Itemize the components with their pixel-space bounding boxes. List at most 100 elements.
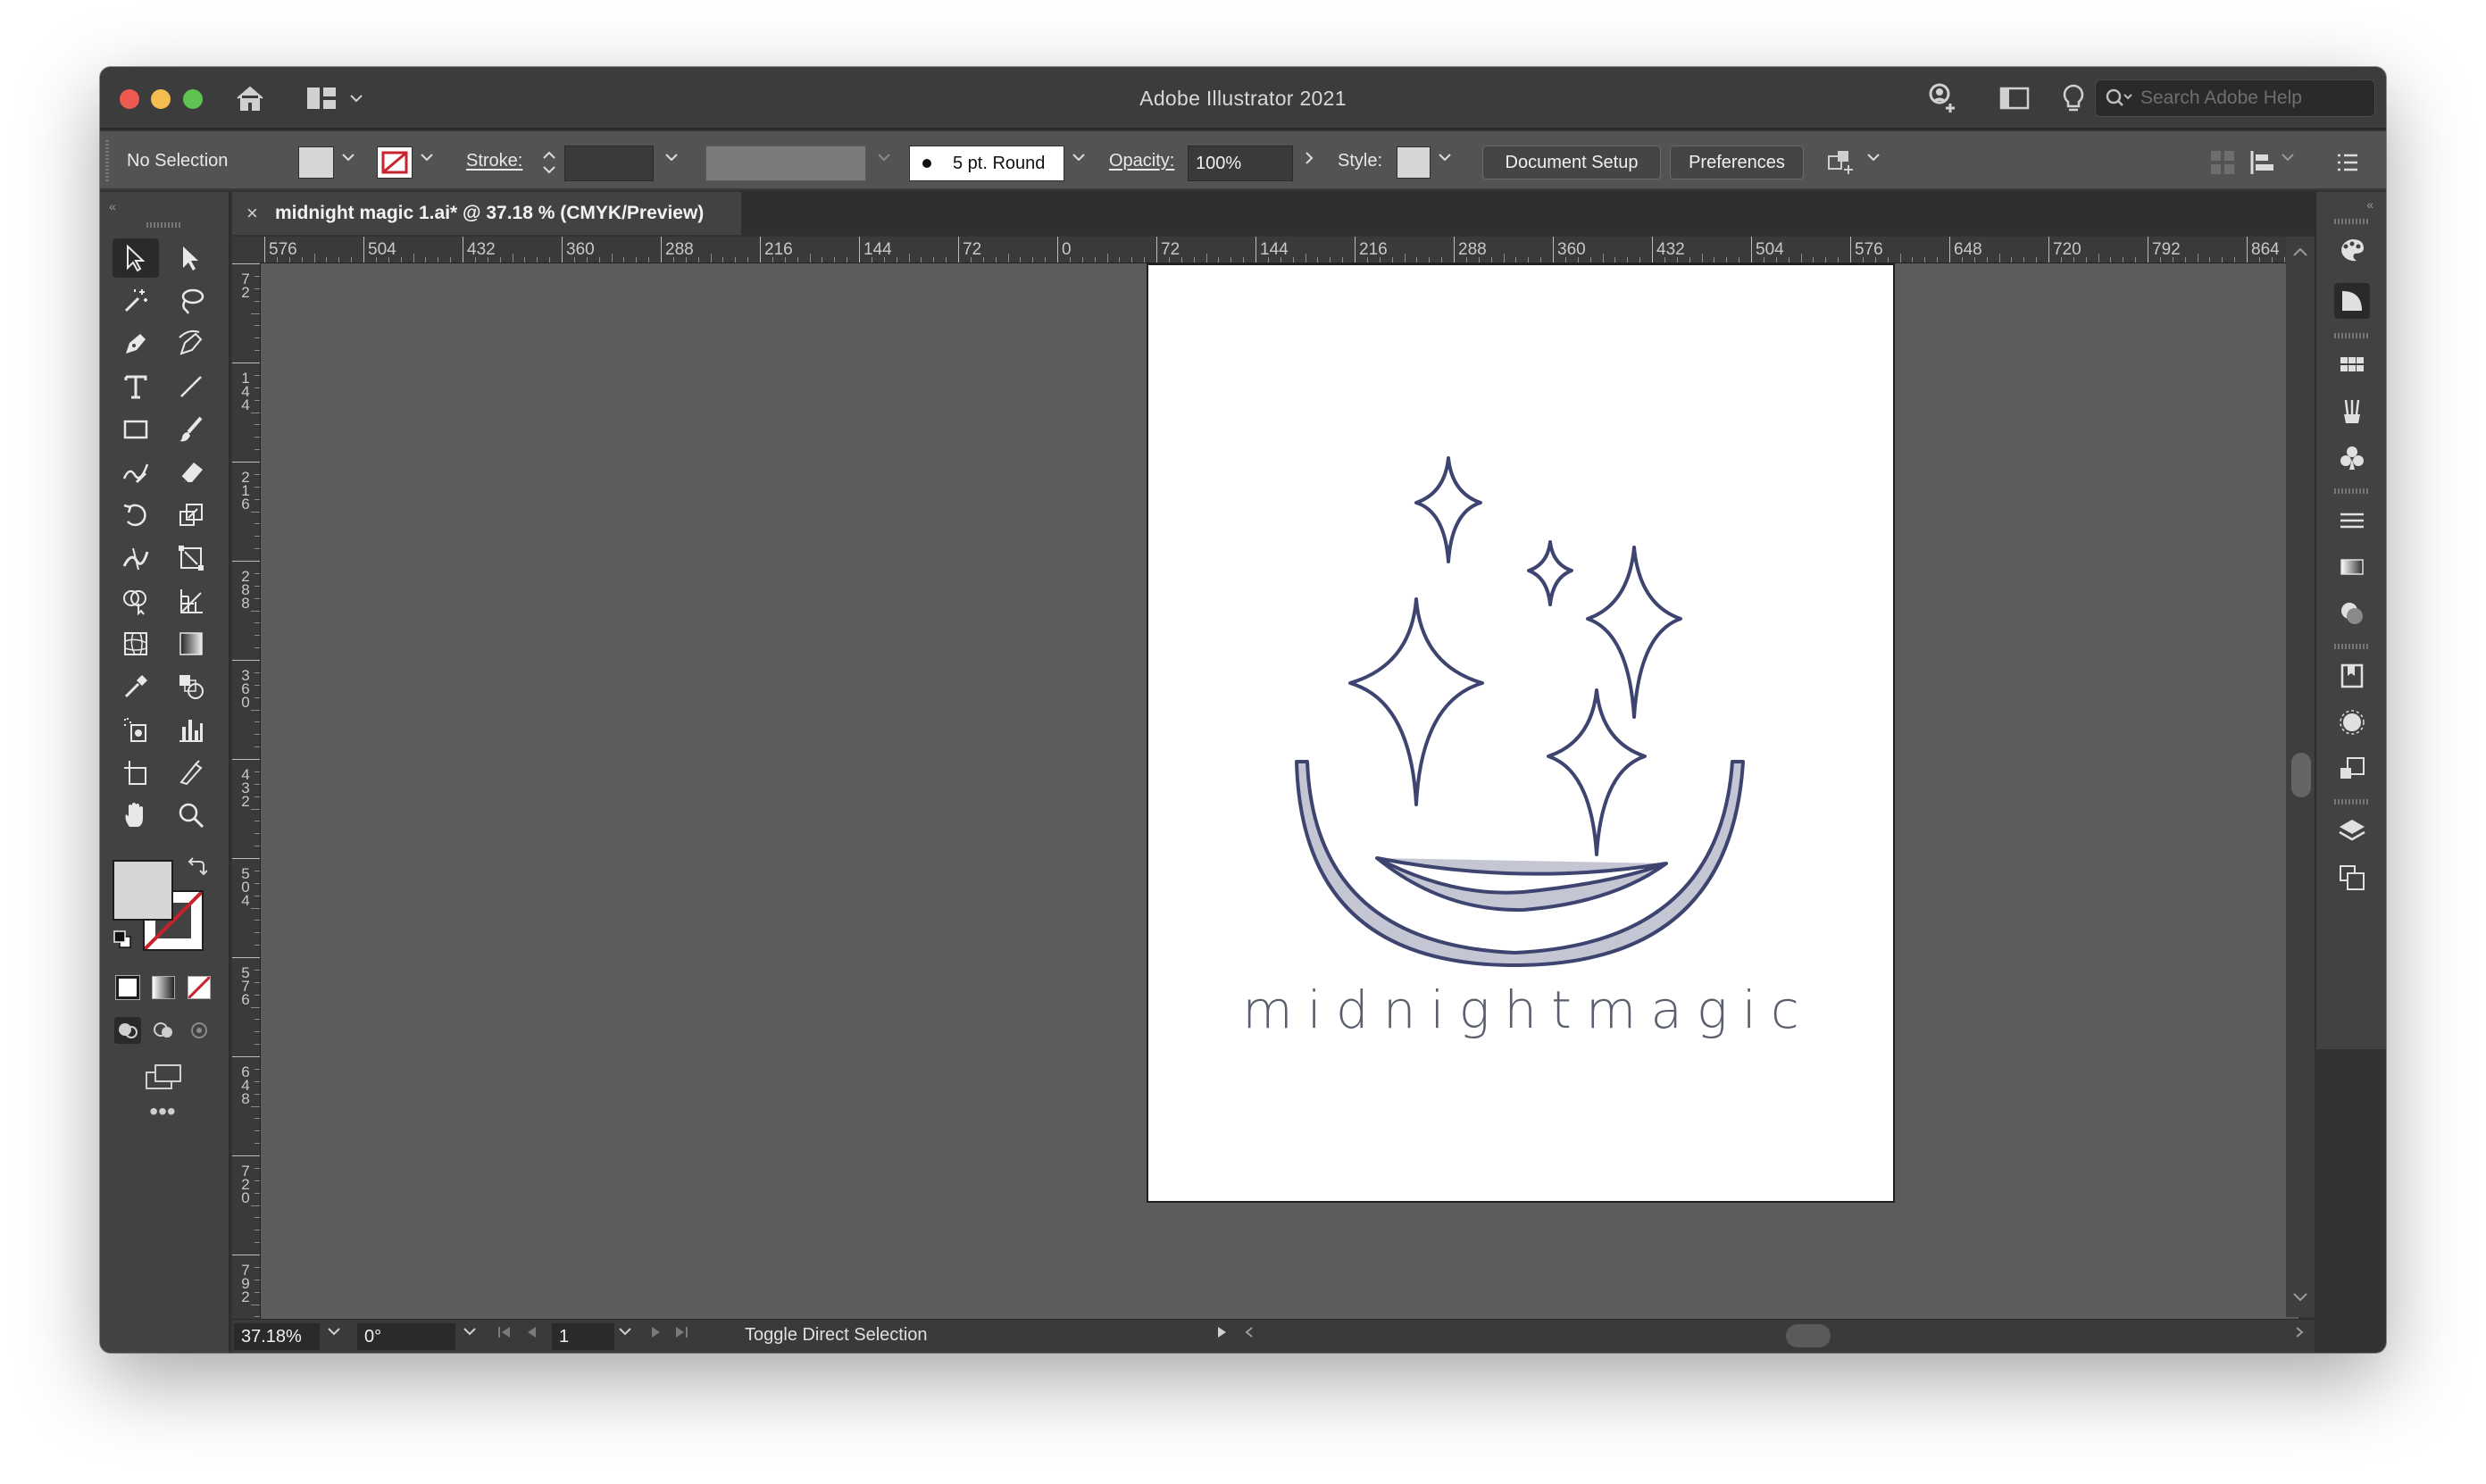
gradient-panel-icon[interactable]: [2334, 549, 2370, 585]
chevron-down-icon[interactable]: [420, 151, 434, 167]
curvature-tool[interactable]: [168, 324, 214, 363]
scroll-up-icon[interactable]: [2291, 246, 2309, 263]
chevron-down-icon[interactable]: [2281, 151, 2295, 167]
opacity-label[interactable]: Opacity:: [1109, 151, 1174, 171]
color-panel-icon[interactable]: [2334, 233, 2370, 269]
magic-wand-tool[interactable]: [113, 281, 159, 321]
chevron-right-icon[interactable]: [1304, 151, 1314, 170]
color-guide-panel-icon[interactable]: [2334, 283, 2370, 319]
stroke-label[interactable]: Stroke:: [466, 151, 522, 171]
swatches-panel-icon[interactable]: [2334, 347, 2370, 383]
toolbar-grip[interactable]: [146, 222, 182, 228]
transparency-panel-icon[interactable]: [2334, 596, 2370, 631]
logo-text[interactable]: midnightmagic: [1148, 980, 1893, 1040]
gradient-tool[interactable]: [168, 624, 214, 663]
document-setup-button[interactable]: Document Setup: [1482, 146, 1661, 179]
control-bar-grip[interactable]: [105, 140, 109, 181]
chevron-down-icon[interactable]: [1438, 151, 1452, 167]
tool-status-text[interactable]: Toggle Direct Selection: [745, 1325, 928, 1346]
zoom-level-field[interactable]: 37.18%: [234, 1323, 320, 1350]
artboard[interactable]: midnightmagic: [1147, 263, 1895, 1203]
change-screen-mode-icon[interactable]: [141, 1060, 186, 1096]
color-mode-button[interactable]: [115, 975, 140, 1000]
rotate-tool[interactable]: [113, 496, 159, 535]
scroll-down-icon[interactable]: [2291, 1291, 2309, 1308]
vertical-ruler[interactable]: 72144216288360432504576648720792864: [232, 263, 261, 1353]
horizontal-ruler[interactable]: 576 504 432 360 288 216 144 72 0 72 144 216 288 360 43…: [261, 237, 2298, 263]
stroke-weight-stepper[interactable]: [539, 146, 559, 179]
scroll-right-icon[interactable]: [2293, 1325, 2306, 1344]
rectangle-tool[interactable]: [113, 410, 159, 449]
panel-menu-icon[interactable]: [2332, 147, 2363, 178]
canvas[interactable]: midnightmagic: [261, 263, 2298, 1353]
panel-grip[interactable]: [2334, 333, 2370, 338]
user-account-icon[interactable]: [1922, 83, 1961, 113]
rotation-field[interactable]: 0°: [357, 1323, 455, 1350]
next-artboard-icon[interactable]: [650, 1325, 663, 1344]
stroke-color-swatch[interactable]: [377, 146, 413, 179]
artboard-number-field[interactable]: 1: [552, 1323, 614, 1350]
asset-export-panel-icon[interactable]: [2334, 751, 2370, 787]
draw-inside-icon[interactable]: [186, 1017, 213, 1044]
selection-tool[interactable]: [113, 238, 159, 278]
appearance-panel-icon[interactable]: [2334, 658, 2370, 694]
brush-definition[interactable]: 5 pt. Round: [909, 146, 1064, 181]
chevron-down-icon[interactable]: [327, 1325, 341, 1340]
midnight-magic-logo[interactable]: [1148, 265, 1893, 1201]
blend-tool[interactable]: [168, 667, 214, 706]
eyedropper-tool[interactable]: [113, 667, 159, 706]
vertical-scrollbar[interactable]: [2286, 237, 2315, 1317]
symbols-panel-icon[interactable]: [2334, 440, 2370, 476]
draw-normal-icon[interactable]: [114, 1017, 141, 1044]
gradient-mode-button[interactable]: [152, 976, 175, 999]
chevron-down-icon[interactable]: [341, 151, 355, 167]
horizontal-scroll-thumb[interactable]: [1786, 1324, 1831, 1347]
symbol-sprayer-tool[interactable]: [113, 710, 159, 749]
perspective-grid-tool[interactable]: [168, 581, 214, 621]
chevron-down-icon[interactable]: [463, 1325, 477, 1340]
chevron-down-icon[interactable]: [1866, 151, 1881, 167]
transform-align-icon[interactable]: [2247, 147, 2277, 178]
type-tool[interactable]: [113, 367, 159, 406]
ruler-origin[interactable]: [232, 237, 261, 263]
swap-fill-stroke-icon[interactable]: [186, 856, 208, 878]
line-segment-tool[interactable]: [168, 367, 214, 406]
layers-panel-icon[interactable]: [2334, 813, 2370, 849]
lightbulb-icon[interactable]: [2056, 83, 2091, 113]
artboard-tool[interactable]: [113, 753, 159, 792]
shaper-tool[interactable]: [113, 453, 159, 492]
scroll-left-icon[interactable]: [1243, 1325, 1256, 1344]
arrange-documents-icon[interactable]: [1997, 83, 2032, 113]
opacity-field[interactable]: 100%: [1188, 146, 1293, 181]
default-fill-stroke-icon[interactable]: [113, 930, 132, 949]
variable-width-profile[interactable]: [705, 146, 866, 181]
direct-selection-tool[interactable]: [168, 238, 214, 278]
first-artboard-icon[interactable]: [496, 1325, 513, 1344]
chevron-down-icon[interactable]: [1072, 151, 1086, 167]
arrange-grid-icon[interactable]: [2207, 147, 2238, 178]
edit-toolbar-more-icon[interactable]: •••: [145, 1099, 180, 1130]
graphic-styles-panel-icon[interactable]: [2334, 704, 2370, 740]
panel-grip[interactable]: [2334, 219, 2370, 224]
panel-grip[interactable]: [2334, 644, 2370, 649]
preferences-button[interactable]: Preferences: [1670, 146, 1804, 179]
previous-artboard-icon[interactable]: [525, 1325, 538, 1344]
panel-grip[interactable]: [2334, 488, 2370, 494]
last-artboard-icon[interactable]: [673, 1325, 689, 1344]
paintbrush-tool[interactable]: [168, 410, 214, 449]
pen-tool[interactable]: [113, 324, 159, 363]
shape-builder-tool[interactable]: [113, 581, 159, 621]
document-tab[interactable]: × midnight magic 1.ai* @ 37.18 % (CMYK/P…: [232, 192, 741, 235]
none-mode-button[interactable]: [187, 975, 212, 1000]
hand-tool[interactable]: [113, 796, 159, 835]
fill-swatch-front[interactable]: [113, 860, 173, 921]
panel-grip[interactable]: [2334, 799, 2370, 805]
chevron-down-icon[interactable]: [618, 1325, 632, 1340]
draw-behind-icon[interactable]: [150, 1017, 177, 1044]
stroke-panel-icon[interactable]: [2334, 503, 2370, 538]
lasso-tool[interactable]: [168, 281, 214, 321]
mesh-tool[interactable]: [113, 624, 159, 663]
expand-panels-icon[interactable]: «: [2366, 197, 2373, 212]
collapse-toolbar-icon[interactable]: «: [109, 199, 116, 213]
eraser-tool[interactable]: [168, 453, 214, 492]
